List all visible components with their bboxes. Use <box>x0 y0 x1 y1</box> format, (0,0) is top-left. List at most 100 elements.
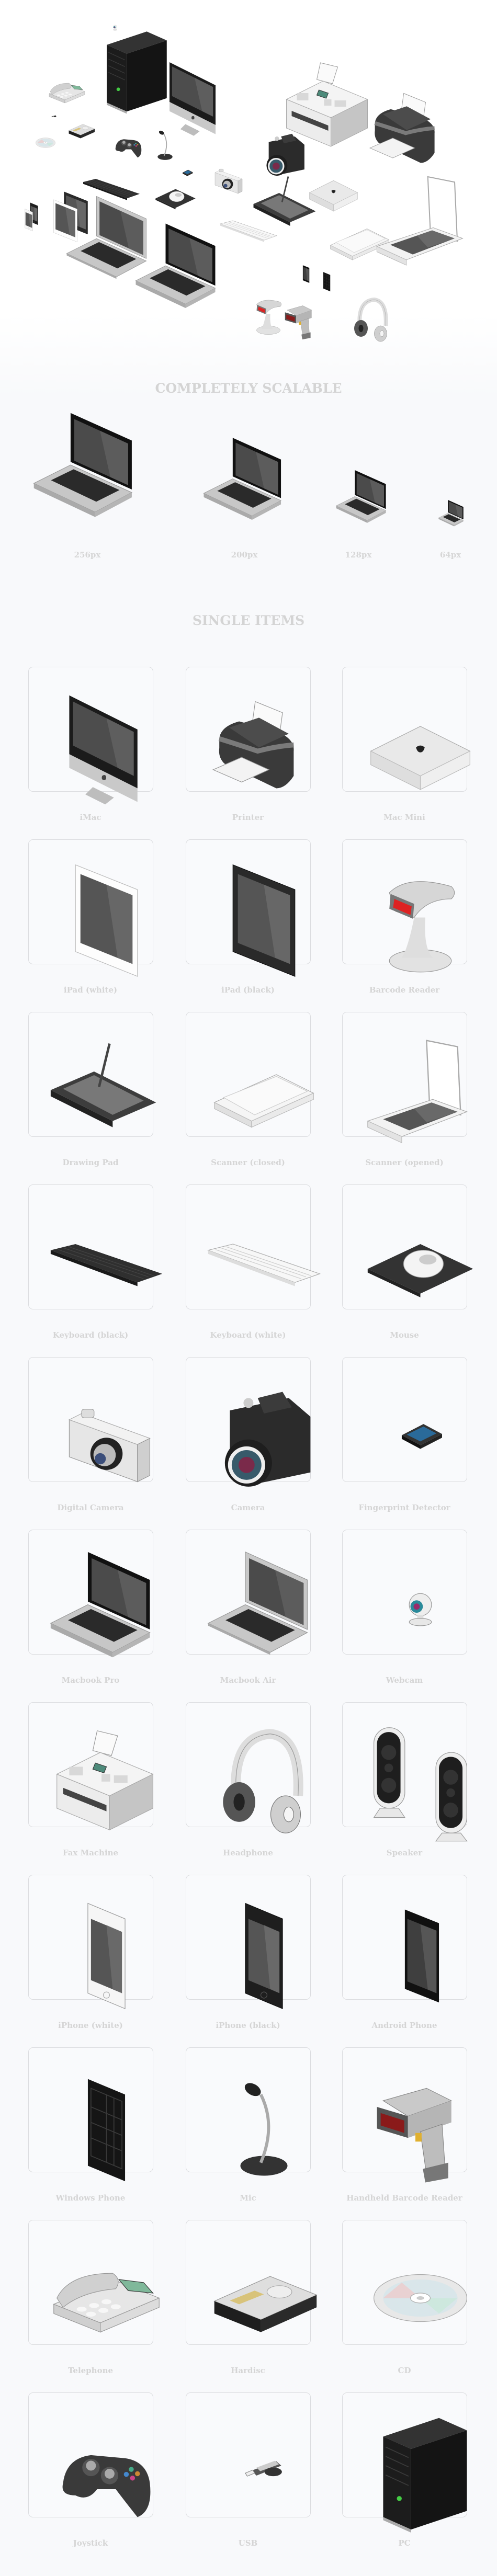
item-label: Joystick <box>73 2538 108 2548</box>
pc-icon <box>383 2418 467 2533</box>
iphone-white-icon <box>25 209 33 232</box>
item-illustration <box>358 1201 473 1297</box>
item-card[interactable] <box>186 1875 311 2010</box>
item-card[interactable] <box>186 1702 311 1833</box>
item-illustration <box>44 1718 154 1831</box>
ipad-black-icon <box>232 864 296 977</box>
item-illustration <box>202 1028 314 1128</box>
item-illustration <box>202 2236 318 2332</box>
hero-handheld-barcode <box>278 290 323 348</box>
joystick-icon <box>62 2455 151 2517</box>
item-card[interactable] <box>342 1702 468 1842</box>
item-card[interactable] <box>28 667 153 805</box>
item-card[interactable] <box>186 1184 321 1309</box>
windows-phone-icon <box>87 2079 126 2182</box>
item-label: Telephone <box>67 2366 114 2375</box>
item-card[interactable] <box>186 667 311 792</box>
camera-icon <box>224 1392 311 1487</box>
macbook-pro-icon <box>135 223 216 308</box>
item-label: Windows Phone <box>55 2193 126 2203</box>
handheld-barcode-icon <box>377 2088 453 2183</box>
laptop-icon <box>335 470 387 523</box>
item-card[interactable] <box>186 1012 314 1137</box>
item-illustration <box>358 856 455 973</box>
android-icon <box>404 1909 439 2003</box>
item-label: Mac Mini <box>383 813 425 822</box>
item-label: Printer <box>232 813 264 822</box>
item-label: Fax Machine <box>62 1848 119 1857</box>
item-card[interactable] <box>342 1357 467 1482</box>
item-illustration <box>358 1373 451 1466</box>
item-card[interactable] <box>28 1530 153 1658</box>
item-label: Speaker <box>386 1848 423 1857</box>
laptop-icon <box>33 413 133 517</box>
item-card[interactable] <box>342 839 467 973</box>
scale-size-label: 64px <box>439 550 461 560</box>
keyboard-white-icon <box>207 1244 321 1286</box>
item-illustration <box>358 1028 468 1144</box>
keyboard-black-icon <box>50 1244 163 1286</box>
scalable-heading: COMPLETELY SCALABLE <box>155 381 342 396</box>
hero-iphone-white <box>16 195 42 244</box>
drawing-pad-icon <box>50 1043 156 1127</box>
item-card[interactable] <box>28 839 153 977</box>
usb-icon <box>245 2460 282 2477</box>
item-card[interactable] <box>342 2392 467 2533</box>
item-illustration <box>44 1891 137 2010</box>
item-card[interactable] <box>186 2047 311 2176</box>
item-illustration <box>358 2409 467 2533</box>
scanner-opened-icon <box>376 176 464 266</box>
item-card[interactable] <box>342 1875 467 2003</box>
item-illustration <box>202 2409 295 2501</box>
item-label: Macbook Pro <box>61 1675 120 1685</box>
item-illustration <box>358 1546 451 1638</box>
item-illustration <box>358 1891 451 2003</box>
scanner-opened-icon <box>367 1040 468 1144</box>
item-card[interactable] <box>186 2220 318 2345</box>
item-illustration <box>202 1201 321 1293</box>
item-card[interactable] <box>28 1012 156 1137</box>
item-card[interactable] <box>342 667 471 792</box>
item-label: Camera <box>231 1503 265 1512</box>
item-card[interactable] <box>28 1184 163 1309</box>
item-card[interactable] <box>28 2392 153 2517</box>
item-card[interactable] <box>186 1357 311 1487</box>
hardisc-icon <box>213 2276 318 2332</box>
item-card[interactable] <box>186 839 311 977</box>
item-card[interactable] <box>28 1875 153 2010</box>
hero-scanner-opened <box>369 157 476 282</box>
webcam-icon <box>113 25 117 31</box>
item-card[interactable] <box>28 2220 160 2345</box>
scale-size-label: 200px <box>231 550 258 560</box>
item-card[interactable] <box>342 1184 473 1309</box>
iphone-white-icon <box>87 1902 126 2010</box>
item-label: Macbook Air <box>220 1675 276 1685</box>
item-label: iPhone (black) <box>216 2021 280 2030</box>
item-card[interactable] <box>186 1530 311 1655</box>
item-label: iPhone (white) <box>58 2021 123 2030</box>
item-label: Headphone <box>223 1848 273 1857</box>
macbook-pro-icon <box>50 1552 151 1658</box>
item-label: PC <box>398 2538 411 2548</box>
hero-macbook-pro <box>126 219 235 318</box>
item-label: iMac <box>80 813 101 822</box>
item-label: Handheld Barcode Reader <box>346 2193 462 2203</box>
item-illustration <box>44 2064 137 2182</box>
item-illustration <box>202 1546 308 1655</box>
barcode-icon <box>389 881 455 973</box>
telephone-icon <box>49 83 85 104</box>
item-card[interactable] <box>28 1702 154 1831</box>
laptop-icon <box>438 499 464 527</box>
item-illustration <box>44 2236 160 2333</box>
item-card[interactable] <box>342 2220 467 2345</box>
item-card[interactable] <box>342 1012 468 1144</box>
item-card[interactable] <box>342 2047 467 2183</box>
item-label: Barcode Reader <box>369 985 440 995</box>
item-label: Digital Camera <box>57 1503 124 1512</box>
item-illustration <box>44 2409 151 2517</box>
item-card[interactable] <box>28 2047 153 2182</box>
item-illustration <box>44 856 138 977</box>
item-card[interactable] <box>342 1530 467 1655</box>
item-card[interactable] <box>186 2392 311 2517</box>
item-card[interactable] <box>28 1357 153 1483</box>
